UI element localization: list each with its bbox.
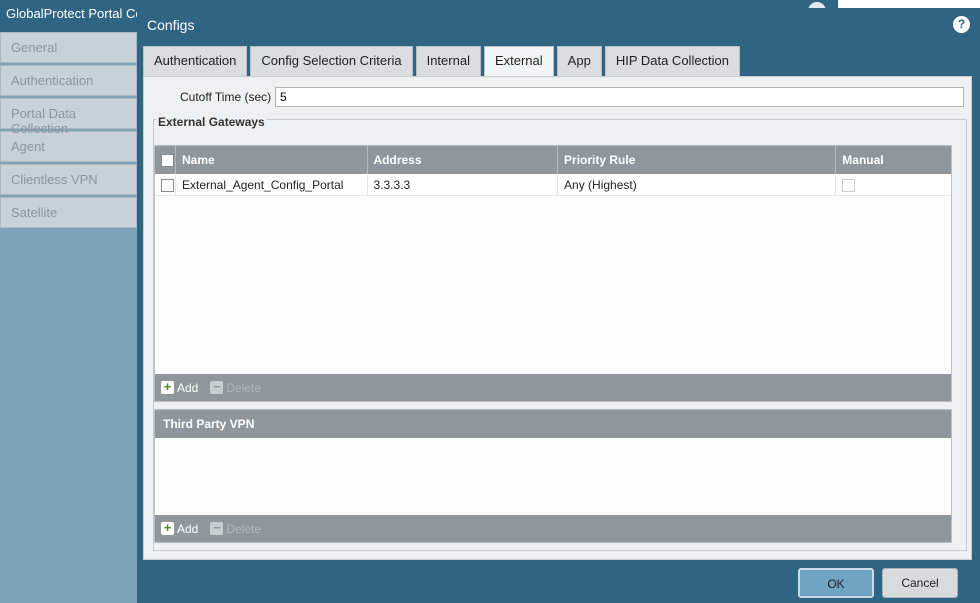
- column-address[interactable]: Address: [368, 146, 559, 174]
- external-tab-panel: Cutoff Time (sec) External Gateways Name…: [143, 76, 972, 560]
- third-party-toolbar: + Add − Delete: [155, 515, 951, 542]
- sidebar-item-satellite[interactable]: Satellite: [0, 197, 137, 228]
- tab-authentication[interactable]: Authentication: [143, 46, 248, 76]
- delete-gateway-button[interactable]: − Delete: [210, 380, 262, 395]
- select-all-cell: [155, 146, 176, 174]
- gateway-priority: Any (Highest): [558, 174, 837, 195]
- sidebar-item-general[interactable]: General: [0, 32, 137, 63]
- add-vpn-button[interactable]: + Add: [161, 521, 199, 536]
- column-priority-rule[interactable]: Priority Rule: [558, 146, 837, 174]
- minus-icon: −: [210, 521, 224, 535]
- grid-header: Name Address Priority Rule Manual: [155, 146, 951, 174]
- cancel-button[interactable]: Cancel: [882, 568, 958, 598]
- gateway-address: 3.3.3.3: [368, 174, 559, 195]
- tab-internal[interactable]: Internal: [415, 46, 481, 76]
- minus-icon: −: [210, 380, 224, 394]
- tab-bar: Authentication Config Selection Criteria…: [143, 46, 741, 77]
- select-all-checkbox[interactable]: [161, 154, 174, 167]
- table-row[interactable]: External_Agent_Config_Portal 3.3.3.3 Any…: [155, 174, 951, 196]
- plus-icon: +: [161, 521, 174, 535]
- tab-app[interactable]: App: [556, 46, 602, 76]
- add-label: Add: [177, 380, 199, 395]
- background-strip: [838, 0, 980, 8]
- configs-dialog: Configs ? Authentication Config Selectio…: [137, 8, 980, 603]
- gateway-manual-cell: [836, 174, 951, 195]
- tab-external[interactable]: External: [483, 46, 554, 77]
- add-label: Add: [177, 521, 199, 536]
- column-name[interactable]: Name: [176, 146, 368, 174]
- gateway-name[interactable]: External_Agent_Config_Portal: [176, 174, 368, 195]
- add-gateway-button[interactable]: + Add: [161, 380, 199, 395]
- row-select-cell: [155, 174, 176, 195]
- cutoff-time-label: Cutoff Time (sec): [180, 90, 272, 104]
- help-icon[interactable]: ?: [953, 16, 970, 33]
- delete-label: Delete: [226, 380, 262, 395]
- sidebar-item-clientless-vpn[interactable]: Clientless VPN: [0, 164, 137, 195]
- sidebar-item-portal-data-collection[interactable]: Portal Data Collection: [0, 98, 137, 136]
- third-party-vpn-grid: Third Party VPN + Add − Delete: [154, 409, 952, 543]
- plus-icon: +: [161, 380, 174, 394]
- dialog-title: Configs: [147, 17, 195, 33]
- ok-button[interactable]: OK: [798, 568, 874, 598]
- third-party-vpn-header[interactable]: Third Party VPN: [155, 410, 951, 438]
- tab-config-selection-criteria[interactable]: Config Selection Criteria: [250, 46, 413, 76]
- column-manual[interactable]: Manual: [836, 146, 951, 174]
- sidebar-item-authentication[interactable]: Authentication: [0, 65, 137, 96]
- external-gateways-grid: Name Address Priority Rule Manual Extern…: [154, 145, 952, 402]
- delete-label: Delete: [226, 521, 262, 536]
- external-gateways-legend: External Gateways: [156, 115, 267, 129]
- gateways-toolbar: + Add − Delete: [155, 374, 951, 401]
- delete-vpn-button[interactable]: − Delete: [210, 521, 262, 536]
- tab-hip-data-collection[interactable]: HIP Data Collection: [604, 46, 741, 76]
- background-sidebar: General Authentication Portal Data Colle…: [0, 32, 137, 603]
- manual-checkbox[interactable]: [842, 179, 856, 192]
- cutoff-time-input[interactable]: [275, 87, 964, 107]
- row-checkbox[interactable]: [161, 179, 174, 192]
